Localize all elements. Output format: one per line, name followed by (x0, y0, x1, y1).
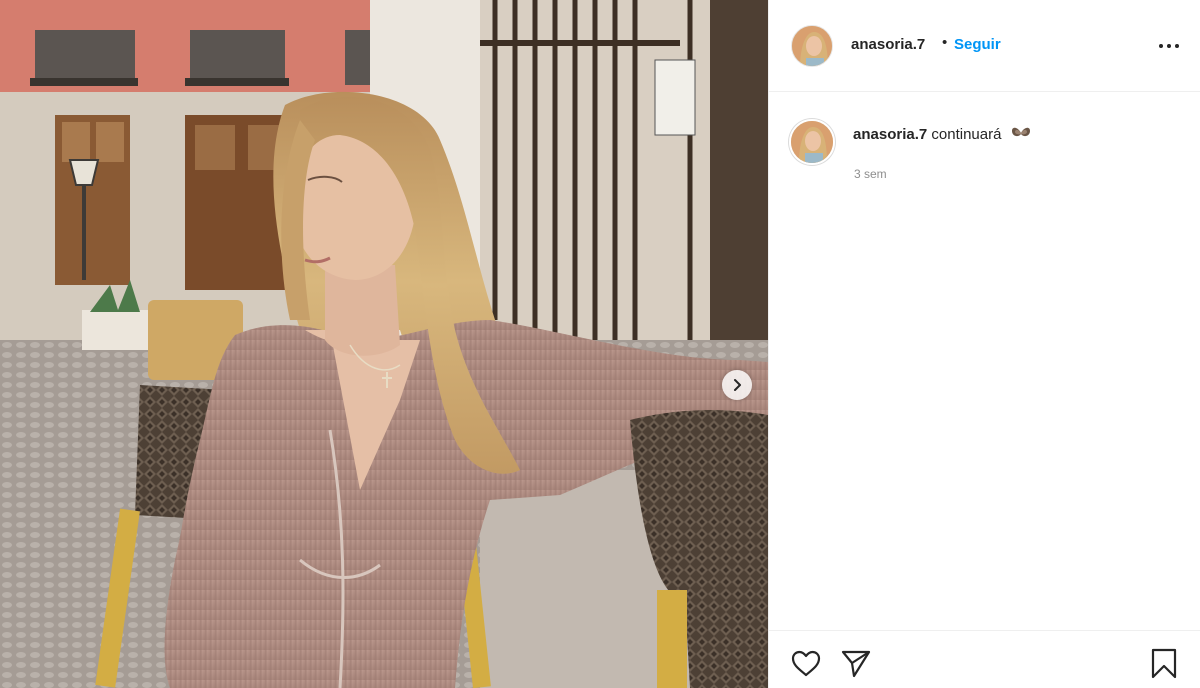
like-button[interactable] (789, 647, 823, 681)
post-username[interactable]: anasoria.7 (851, 36, 925, 53)
caption-text: continuará (931, 126, 1002, 143)
avatar[interactable] (791, 25, 833, 67)
profile-picture (791, 121, 833, 163)
heart-icon (791, 650, 821, 677)
caption-line: anasoria.7 continuará (853, 126, 1032, 144)
post-image (0, 0, 768, 688)
post-photo[interactable] (0, 0, 768, 688)
post-actions-bar (769, 630, 1200, 688)
next-photo-button[interactable] (722, 370, 752, 400)
more-options-icon (1159, 44, 1179, 48)
bookmark-icon (1151, 648, 1177, 679)
separator-dot: • (942, 34, 948, 51)
share-button[interactable] (839, 647, 873, 681)
paper-plane-icon (841, 650, 871, 678)
follow-button[interactable]: Seguir (954, 36, 1001, 53)
butterfly-emoji-icon (1010, 126, 1032, 144)
post-timestamp: 3 sem (854, 167, 887, 181)
profile-picture (792, 26, 832, 66)
caption-username[interactable]: anasoria.7 (853, 126, 927, 143)
more-options-button[interactable] (1157, 38, 1181, 54)
caption-avatar[interactable] (789, 119, 835, 165)
chevron-right-icon (734, 379, 741, 391)
post-header: anasoria.7 • Seguir (769, 0, 1200, 92)
save-button[interactable] (1147, 647, 1181, 681)
post-side-panel: anasoria.7 • Seguir anasoria.7 continuar… (768, 0, 1200, 688)
